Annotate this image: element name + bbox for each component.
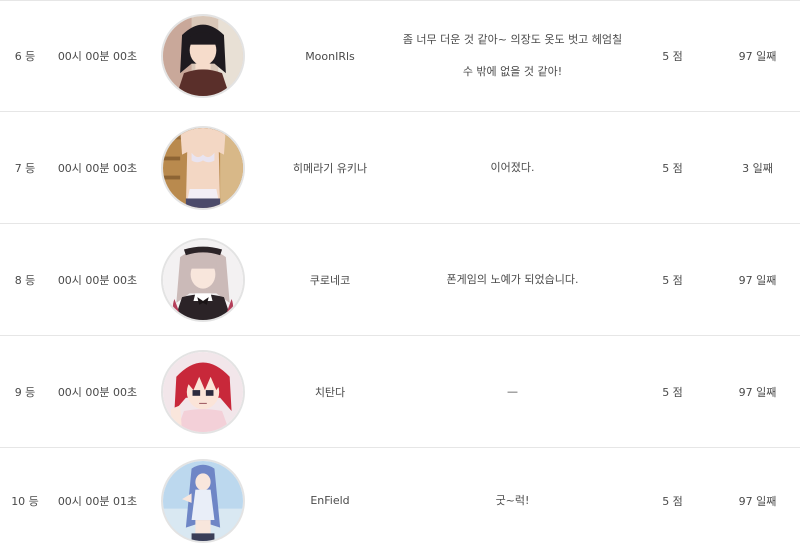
score-cell: 5 점 [662, 273, 683, 287]
score-cell: 5 점 [662, 161, 683, 175]
username-cell[interactable]: 히메라기 유키나 [265, 112, 395, 223]
message-line: 좀 너무 더운 것 같아~ 의장도 옷도 벗고 헤엄칠 [402, 33, 623, 46]
avatar-cell [150, 224, 255, 335]
rank-cell: 9 등 [14, 385, 36, 399]
rank-cell: 7 등 [14, 161, 36, 175]
avatar-cell [150, 448, 255, 553]
message-line: 폰게임의 노예가 되었습니다. [446, 272, 579, 286]
maid-girl-avatar[interactable] [160, 237, 245, 322]
blue-hair-girl-avatar[interactable] [160, 458, 245, 543]
dark-hair-girl-avatar[interactable] [160, 14, 245, 98]
message-line: 이어졌다. [490, 160, 535, 174]
time-cell: 00시 00분 00초 [57, 385, 138, 399]
message-line: 굿~럭! [495, 493, 530, 507]
score-cell: 5 점 [662, 494, 683, 508]
red-hair-girl-avatar[interactable] [160, 349, 245, 434]
message-cell: 이어졌다. [395, 112, 630, 223]
rank-cell: 6 등 [14, 50, 36, 63]
time-cell: 00시 00분 00초 [57, 50, 138, 63]
avatar-cell [150, 112, 255, 223]
days-cell: 97 일째 [738, 50, 777, 63]
score-cell: 5 점 [662, 385, 683, 399]
days-cell: 97 일째 [738, 273, 777, 287]
message-line: — [507, 384, 518, 398]
username-cell[interactable]: 치탄다 [265, 336, 395, 447]
time-cell: 00시 00분 00초 [57, 273, 138, 287]
message-cell: — [395, 336, 630, 447]
message-cell: 좀 너무 더운 것 같아~ 의장도 옷도 벗고 헤엄칠 수 밖에 없을 것 같아… [395, 1, 630, 111]
avatar-cell [150, 336, 255, 447]
message-line: 수 밖에 없을 것 같아! [462, 65, 563, 78]
ranking-row: 8 등 00시 00분 00초 쿠로네코 폰게임의 노예가 되었습니다. 5 점… [0, 224, 800, 336]
ranking-row: 7 등 00시 00분 00초 히메라기 유키나 이어졌다. 5 점 3 일째 [0, 112, 800, 224]
username-cell[interactable]: MoonIRls [265, 1, 395, 111]
days-cell: 3 일째 [742, 161, 773, 175]
time-cell: 00시 00분 00초 [57, 161, 138, 175]
time-cell: 00시 00분 01초 [57, 494, 138, 508]
rank-cell: 10 등 [11, 494, 39, 508]
score-cell: 5 점 [662, 50, 683, 63]
rank-cell: 8 등 [14, 273, 36, 287]
message-cell: 폰게임의 노예가 되었습니다. [395, 224, 630, 335]
days-cell: 97 일째 [738, 385, 777, 399]
ranking-row: 10 등 00시 00분 01초 EnField 굿~럭! 5 점 97 일째 [0, 448, 800, 553]
message-cell: 굿~럭! [395, 448, 630, 553]
username-cell[interactable]: EnField [265, 448, 395, 553]
swimsuit-girl-avatar[interactable] [160, 125, 245, 210]
avatar-cell [150, 1, 255, 111]
days-cell: 97 일째 [738, 494, 777, 508]
ranking-table: 6 등 00시 00분 00초 MoonIRls 좀 너무 더운 것 같아~ 의… [0, 0, 800, 553]
ranking-row: 6 등 00시 00분 00초 MoonIRls 좀 너무 더운 것 같아~ 의… [0, 1, 800, 112]
username-cell[interactable]: 쿠로네코 [265, 224, 395, 335]
ranking-row: 9 등 00시 00분 00초 치탄다 — 5 점 97 일째 [0, 336, 800, 448]
